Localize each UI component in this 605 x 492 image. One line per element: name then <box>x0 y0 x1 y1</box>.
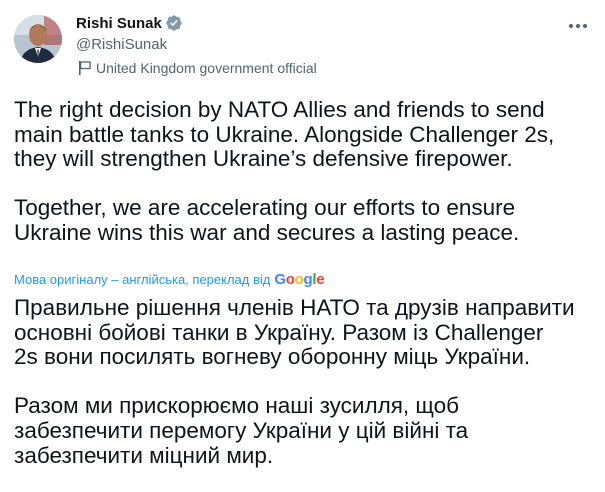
tweet-text-original: The right decision by NATO Allies and fr… <box>14 97 555 245</box>
tweet-text-translated: Правильне рішення членів НАТО та друзів … <box>14 295 575 468</box>
affiliation-text: United Kingdom government official <box>96 60 317 76</box>
more-options-button[interactable] <box>561 16 595 36</box>
author-display-name[interactable]: Rishi Sunak <box>76 15 162 32</box>
more-options-icon <box>569 24 573 28</box>
google-logo: Google <box>274 271 325 288</box>
author-name-line[interactable]: Rishi Sunak <box>76 14 183 32</box>
translation-note[interactable]: Мова оригіналу – англійська, переклад ві… <box>14 272 270 287</box>
verified-badge-icon[interactable] <box>165 14 183 32</box>
translation-attribution[interactable]: Мова оригіналу – англійська, переклад ві… <box>14 271 325 288</box>
affiliation-label[interactable]: United Kingdom government official <box>76 60 317 76</box>
avatar[interactable] <box>14 15 62 63</box>
avatar-photo <box>14 15 62 63</box>
author-handle[interactable]: @RishiSunak <box>76 36 167 53</box>
government-flag-icon <box>78 60 92 76</box>
